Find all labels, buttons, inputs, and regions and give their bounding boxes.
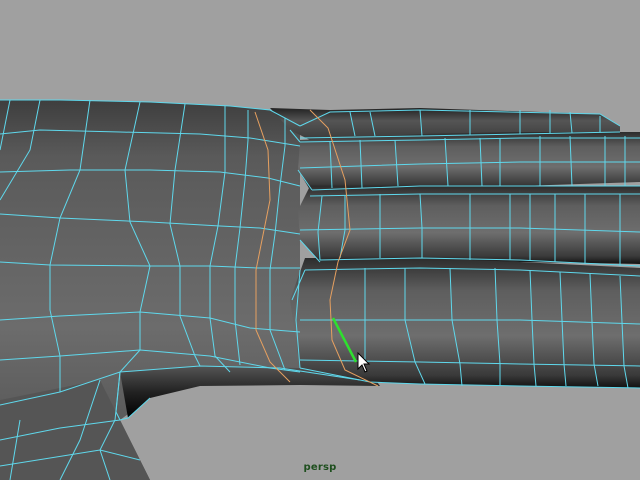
arrow-pointer-icon xyxy=(357,352,371,373)
camera-name-label: persp xyxy=(303,462,337,473)
mesh-scene[interactable] xyxy=(0,0,640,480)
perspective-viewport[interactable]: persp xyxy=(0,0,640,480)
finger-lower-mesh xyxy=(290,258,640,388)
